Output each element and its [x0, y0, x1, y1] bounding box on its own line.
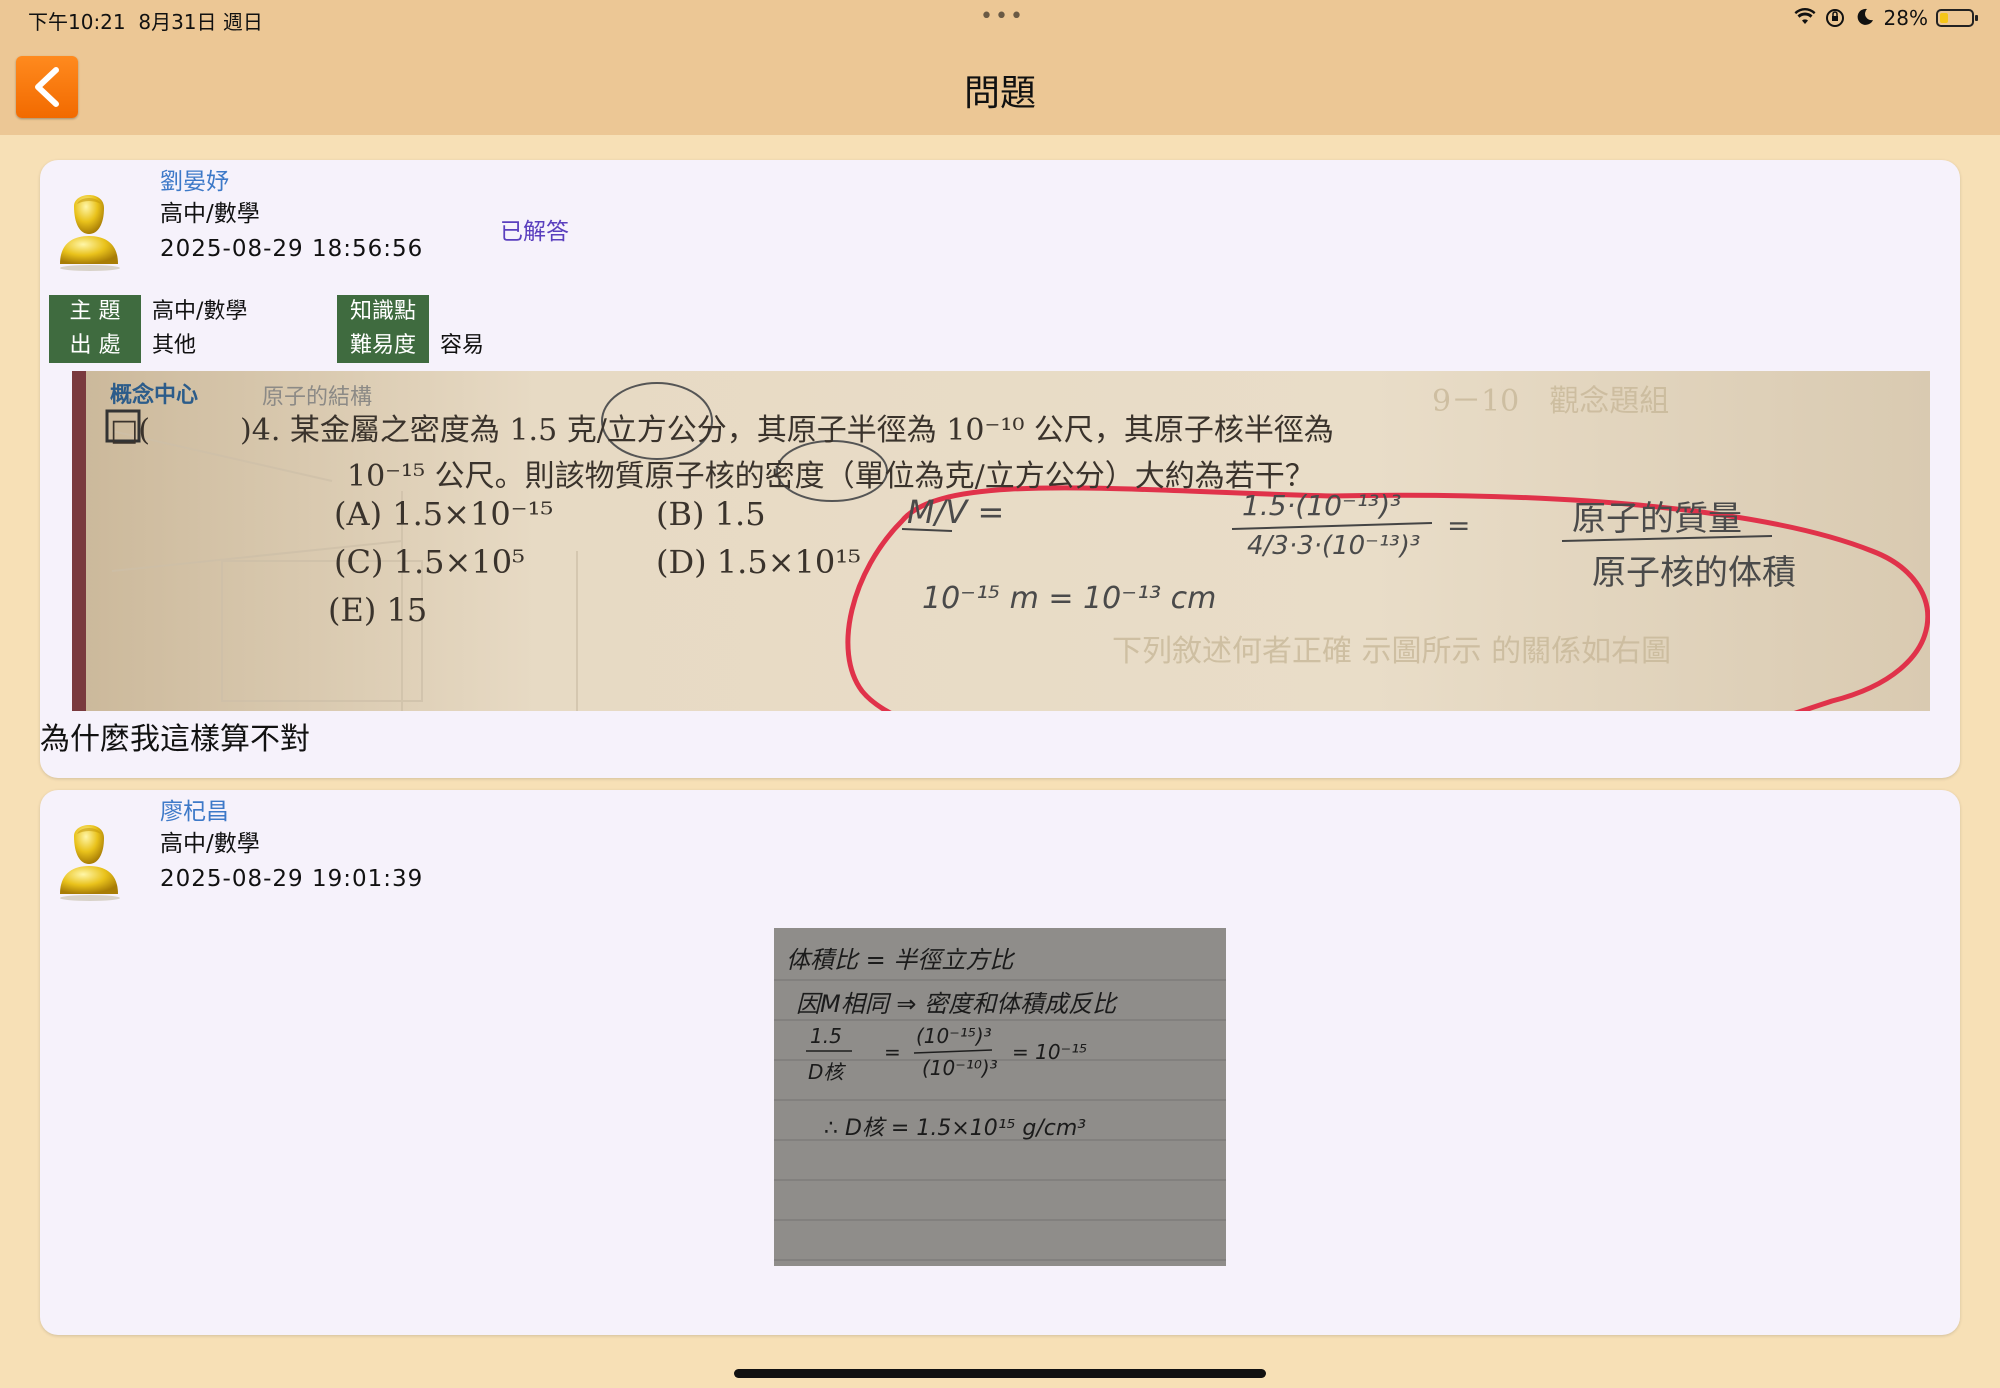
- author-name[interactable]: 廖杞昌: [160, 792, 229, 826]
- choice-d: (D) 1.5×10¹⁵: [656, 543, 861, 581]
- battery-fill: [1940, 13, 1949, 23]
- battery-percent: 28%: [1883, 6, 1928, 30]
- handwriting-conversion: 10⁻¹⁵ m = 10⁻¹³ cm: [922, 581, 1217, 616]
- status-icons: 28%: [1794, 6, 1978, 30]
- topic-label: 主 題: [49, 295, 141, 329]
- multitask-dots-icon[interactable]: •••: [980, 4, 1025, 29]
- handwriting-fraction-num: 1.5·(10⁻¹³)³: [1242, 489, 1402, 522]
- answer-card: 廖杞昌 高中/數學 2025-08-29 19:01:39 体積比 = 半徑立方…: [40, 790, 1960, 1335]
- source-label: 出 處: [49, 329, 141, 363]
- svg-text:下列敘述何者正確 示圖所示 的關係如右圖: 下列敘述何者正確 示圖所示 的關係如右圖: [1112, 634, 1671, 669]
- knowledge-label: 知識點: [337, 295, 429, 329]
- handwriting-fraction-den: 4/3·3·(10⁻¹³)³: [1247, 531, 1421, 561]
- battery-icon: [1936, 9, 1978, 27]
- source-value: 其他: [152, 333, 197, 358]
- svg-text:9－10 觀念題組: 9－10 觀念題組: [1432, 384, 1669, 419]
- choice-c: (C) 1.5×10⁵: [334, 543, 525, 581]
- question-photo[interactable]: 9－10 觀念題組 下列敘述何者正確 示圖所示 的關係如右圖 概念中心 原子的結…: [72, 371, 1930, 711]
- post-time: 2025-08-29 18:56:56: [160, 236, 424, 262]
- user-avatar-icon: [60, 825, 120, 901]
- answer-eq-result: = 10⁻¹⁵: [1012, 1040, 1088, 1064]
- photo-question-line1: □( )4. 某金屬之密度為 1.5 克/立方公分，其原子半徑為 10⁻¹⁰ 公…: [110, 413, 1334, 448]
- page-title: 問題: [963, 73, 1036, 114]
- clock-date: 8月31日 週日: [138, 10, 263, 34]
- answer-photo[interactable]: 体積比 = 半徑立方比 因M相同 ⇒ 密度和体積成反比 1.5 D核 = (10…: [774, 928, 1226, 1266]
- choice-e: (E) 15: [328, 591, 428, 629]
- handwriting-mv: M/V =: [907, 493, 1005, 531]
- post-subject: 高中/數學: [160, 201, 260, 227]
- top-bar: 下午10:21 8月31日 週日 ••• 28% 問題: [0, 0, 2000, 135]
- difficulty-value: 容易: [440, 333, 485, 358]
- wifi-icon: [1794, 8, 1816, 28]
- handwriting-volume: 原子核的体積: [1592, 553, 1796, 593]
- post-subject: 高中/數學: [160, 831, 260, 857]
- post-time: 2025-08-29 19:01:39: [160, 866, 424, 892]
- question-card: 劉晏妤 高中/數學 2025-08-29 18:56:56 已解答 主 題 高中…: [40, 160, 1960, 778]
- clock-time: 下午10:21: [28, 10, 126, 34]
- answer-eq-left-den: D核: [808, 1060, 844, 1084]
- handwriting-mass: 原子的質量: [1572, 499, 1742, 539]
- answer-eq-left-num: 1.5: [810, 1024, 842, 1048]
- photo-question-line2: 10⁻¹⁵ 公尺。則該物質原子核的密度（單位為克/立方公分）大約為若干？: [347, 459, 1315, 494]
- answer-line2: 因M相同 ⇒ 密度和体積成反比: [796, 990, 1117, 1018]
- answered-status: 已解答: [500, 219, 569, 245]
- moon-icon: [1854, 8, 1876, 28]
- question-text: 為什麼我這樣算不對: [40, 722, 310, 757]
- user-avatar-icon: [60, 195, 120, 271]
- answer-conclusion: ∴ D核 = 1.5×10¹⁵ g/cm³: [824, 1116, 1087, 1141]
- status-time: 下午10:21 8月31日 週日: [28, 6, 263, 35]
- home-indicator[interactable]: [734, 1369, 1266, 1378]
- answer-eq-mid-num: (10⁻¹⁵)³: [916, 1024, 992, 1048]
- choice-b: (B) 1.5: [656, 495, 766, 533]
- orientation-lock-icon: [1824, 8, 1846, 28]
- topic-value: 高中/數學: [152, 299, 248, 324]
- author-name[interactable]: 劉晏妤: [160, 162, 229, 196]
- choice-a: (A) 1.5×10⁻¹⁵: [334, 495, 554, 533]
- difficulty-label: 難易度: [337, 329, 429, 363]
- answer-eq-mid-den: (10⁻¹⁰)³: [922, 1056, 998, 1080]
- answer-line1: 体積比 = 半徑立方比: [786, 946, 1014, 974]
